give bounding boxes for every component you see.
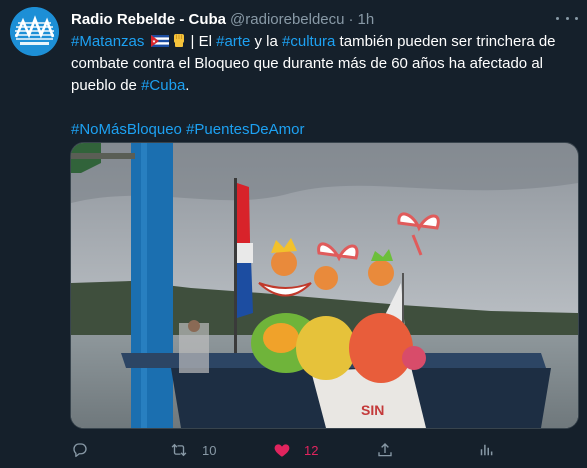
more-options-button[interactable] [556, 10, 578, 26]
hashtag-matanzas[interactable]: #Matanzas [71, 33, 144, 50]
cuba-flag-icon [150, 35, 169, 47]
author-handle[interactable]: @radiorebeldecu [230, 11, 344, 28]
retweet-icon [171, 443, 187, 457]
share-button[interactable] [376, 438, 394, 462]
more-icon [556, 16, 559, 20]
retweet-count: 10 [202, 442, 217, 458]
hashtag-cuba[interactable]: #Cuba [141, 77, 185, 94]
retweet-button[interactable]: 10 [170, 438, 216, 462]
raised-fist-icon [173, 34, 184, 47]
avatar[interactable] [10, 7, 59, 56]
tweet-text-part2: y la [250, 33, 283, 50]
reply-icon [73, 443, 87, 458]
photo-performers-on-boat: SIN [71, 143, 578, 428]
hashtag-arte[interactable]: #arte [216, 33, 250, 50]
hashtag-nomasbloqueo[interactable]: #NoMásBloqueo [71, 121, 182, 138]
tweet-text: #Matanzas | El #arte y la #cultura tambi… [71, 31, 571, 141]
separator-dot: · [348, 10, 354, 28]
tweet[interactable]: Radio Rebelde - Cuba @radiorebeldecu · 1… [0, 0, 587, 468]
share-icon [378, 443, 392, 457]
heart-icon [274, 444, 290, 457]
tweet-timestamp[interactable]: 1h [358, 11, 375, 28]
hashtag-puentesdeamor[interactable]: #PuentesDeAmor [186, 121, 304, 138]
reply-button[interactable] [71, 438, 89, 462]
like-button[interactable]: 12 [273, 438, 318, 462]
hashtag-cultura[interactable]: #cultura [282, 33, 335, 50]
tweet-actions: 10 12 [71, 438, 493, 462]
analytics-icon [480, 444, 493, 456]
tweet-text-part4: . [185, 77, 190, 94]
tweet-text-part1: | El [190, 33, 217, 50]
author-name[interactable]: Radio Rebelde - Cuba [71, 11, 226, 28]
banner-text: SIN [361, 402, 384, 418]
analytics-button[interactable] [477, 438, 495, 462]
tweet-media-photo[interactable]: SIN [70, 142, 579, 429]
tweet-header: Radio Rebelde - Cuba @radiorebeldecu · 1… [71, 9, 374, 29]
like-count: 12 [304, 442, 319, 458]
